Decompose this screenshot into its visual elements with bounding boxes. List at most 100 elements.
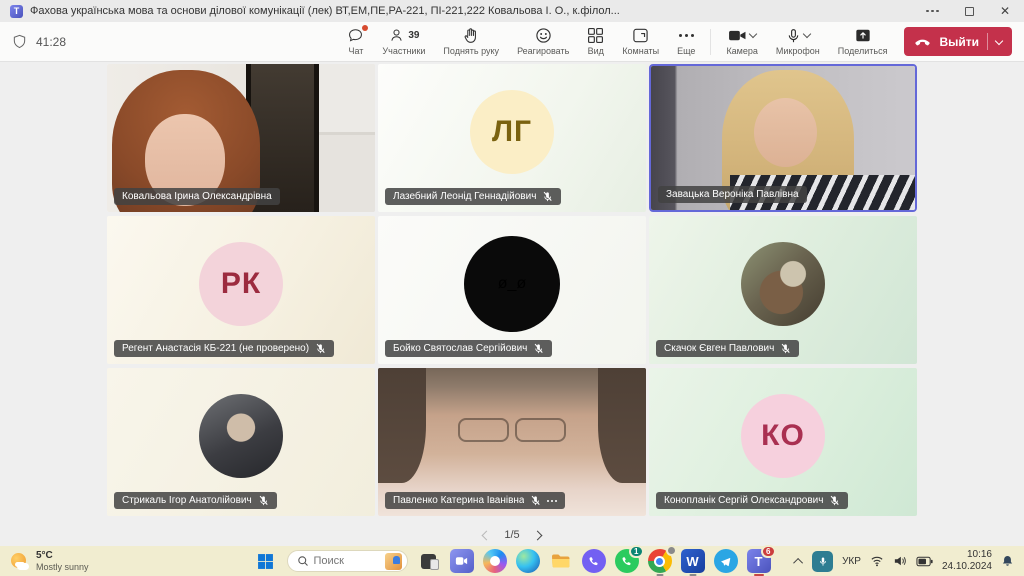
search-input[interactable] — [314, 555, 380, 567]
file-explorer-app-icon[interactable] — [549, 549, 573, 573]
meeting-toolbar: 41:28 Чат 39 Участники — [0, 22, 1024, 62]
hang-up-icon — [914, 36, 931, 48]
participant-tile-active-speaker[interactable]: Завацька Вероніка Павлівна — [649, 64, 917, 212]
tile-more-icon[interactable] — [547, 500, 557, 502]
rooms-button[interactable]: Комнаты — [613, 25, 668, 58]
search-highlight-icon[interactable] — [385, 553, 402, 570]
meeting-stage: Ковальова Ірина Олександрівна ЛГ Лазебни… — [0, 63, 1024, 546]
weather-temp: 5°C — [36, 550, 89, 562]
leave-chevron-icon[interactable] — [995, 36, 1003, 44]
person-face — [754, 98, 817, 167]
avatar-photo — [741, 242, 825, 326]
task-view-button[interactable] — [417, 549, 441, 573]
chat-icon — [347, 27, 364, 44]
weather-desc: Mostly sunny — [36, 562, 89, 572]
camera-chevron-icon[interactable] — [749, 30, 757, 38]
microphone-icon — [786, 28, 801, 44]
share-button[interactable]: Поделиться — [829, 25, 897, 58]
mic-muted-icon — [533, 343, 544, 354]
participant-name-label: Завацька Вероніка Павлівна — [658, 186, 807, 203]
wifi-icon[interactable] — [870, 555, 884, 567]
battery-icon[interactable] — [916, 556, 933, 567]
windows-taskbar: 5°C Mostly sunny — [0, 546, 1024, 576]
taskbar-search[interactable] — [287, 550, 408, 572]
participant-tile[interactable]: Ковальова Ірина Олександрівна — [107, 64, 375, 212]
participant-tile[interactable]: ЛГ Лазебний Леонід Геннадійович — [378, 64, 646, 212]
video-camera-icon — [455, 556, 468, 566]
chrome-app-icon[interactable] — [648, 549, 672, 573]
taskbar-apps: 1 W T 6 — [254, 549, 771, 573]
chat-notification-dot — [362, 25, 368, 31]
mic-muted-icon — [542, 191, 553, 202]
language-indicator[interactable]: УКР — [842, 556, 861, 567]
raise-hand-button[interactable]: Поднять руку — [434, 25, 508, 58]
participant-tile[interactable]: Стрикаль Ігор Анатолійович — [107, 368, 375, 516]
more-dots-icon — [679, 27, 694, 44]
timer-value: 41:28 — [36, 35, 66, 49]
participant-name-label: Лазебний Леонід Геннадійович — [385, 188, 561, 205]
share-screen-icon — [855, 28, 871, 43]
participant-name-label: Конопланік Сергій Олександрович — [656, 492, 848, 509]
tray-date: 24.10.2024 — [942, 561, 992, 573]
mic-icon — [818, 556, 828, 567]
participant-tile[interactable]: РК Регент Анастасія КБ-221 (не проверено… — [107, 216, 375, 364]
teams-badge: 6 — [761, 545, 775, 558]
mic-muted-icon — [315, 343, 326, 354]
react-button[interactable]: Реагировать — [508, 25, 578, 58]
participant-tile[interactable]: Скачок Євген Павлович — [649, 216, 917, 364]
window-maximize-icon[interactable] — [965, 7, 974, 16]
chrome-badge — [666, 545, 677, 556]
notification-bell-icon[interactable] — [1001, 554, 1014, 568]
page-next-icon[interactable] — [532, 530, 542, 540]
camera-button[interactable]: Камера — [717, 25, 766, 58]
page-indicator: 1/5 — [504, 529, 519, 541]
chat-button[interactable]: Чат — [338, 25, 373, 58]
window-close-icon[interactable]: ✕ — [1000, 5, 1010, 17]
person-hair — [378, 368, 426, 483]
participants-button[interactable]: 39 Участники — [373, 25, 434, 58]
participant-name-label: Скачок Євген Павлович — [656, 340, 799, 357]
copilot-app-icon[interactable] — [483, 549, 507, 573]
word-app-icon[interactable]: W — [681, 549, 705, 573]
grid-pagination: 1/5 — [0, 529, 1024, 541]
page-previous-icon[interactable] — [482, 530, 492, 540]
mic-muted-icon — [258, 495, 269, 506]
window-title: Фахова українська мова та основи ділової… — [30, 5, 620, 17]
tray-expand-icon[interactable] — [793, 557, 803, 567]
window-titlebar: T Фахова українська мова та основи ділов… — [0, 0, 1024, 22]
participant-name-label: Павленко Катерина Іванівна — [385, 492, 565, 509]
whatsapp-app-icon[interactable]: 1 — [615, 549, 639, 573]
edge-app-icon[interactable] — [516, 549, 540, 573]
microphone-button[interactable]: Микрофон — [767, 25, 829, 58]
speaker-icon[interactable] — [893, 555, 907, 567]
teams-app-icon[interactable]: T 6 — [747, 549, 771, 573]
taskbar-weather-widget[interactable]: 5°C Mostly sunny — [10, 550, 235, 572]
microphone-chevron-icon[interactable] — [803, 30, 811, 38]
windows-logo-icon — [257, 553, 274, 570]
phone-icon — [587, 555, 600, 568]
tray-time: 10:16 — [942, 549, 992, 561]
viber-app-icon[interactable] — [582, 549, 606, 573]
view-button[interactable]: Вид — [578, 25, 613, 58]
start-button[interactable] — [254, 549, 278, 573]
desktop-screen: T Фахова українська мова та основи ділов… — [0, 0, 1024, 576]
participants-count: 39 — [408, 30, 419, 41]
participant-tile[interactable]: КО Конопланік Сергій Олександрович — [649, 368, 917, 516]
window-more-icon[interactable] — [926, 10, 939, 13]
more-button[interactable]: Еще — [668, 25, 704, 58]
participant-tile[interactable]: Павленко Катерина Іванівна — [378, 368, 646, 516]
mic-muted-icon — [530, 495, 541, 506]
clock[interactable]: 10:16 24.10.2024 — [942, 549, 992, 573]
voice-access-mic-button[interactable] — [812, 551, 833, 572]
participant-tile[interactable]: ø_ø Бойко Святослав Сергійович — [378, 216, 646, 364]
teams-meeting-app-icon[interactable] — [450, 549, 474, 573]
folder-icon — [550, 552, 571, 570]
leave-button[interactable]: Выйти — [904, 27, 1012, 56]
telegram-app-icon[interactable] — [714, 549, 738, 573]
leave-divider — [987, 33, 988, 50]
whatsapp-badge: 1 — [629, 545, 643, 558]
video-grid: Ковальова Ірина Олександрівна ЛГ Лазебни… — [0, 63, 1024, 516]
raise-hand-icon — [463, 27, 480, 44]
teams-logo-icon: T — [10, 5, 23, 18]
participant-name-label: Регент Анастасія КБ-221 (не проверено) — [114, 340, 334, 357]
